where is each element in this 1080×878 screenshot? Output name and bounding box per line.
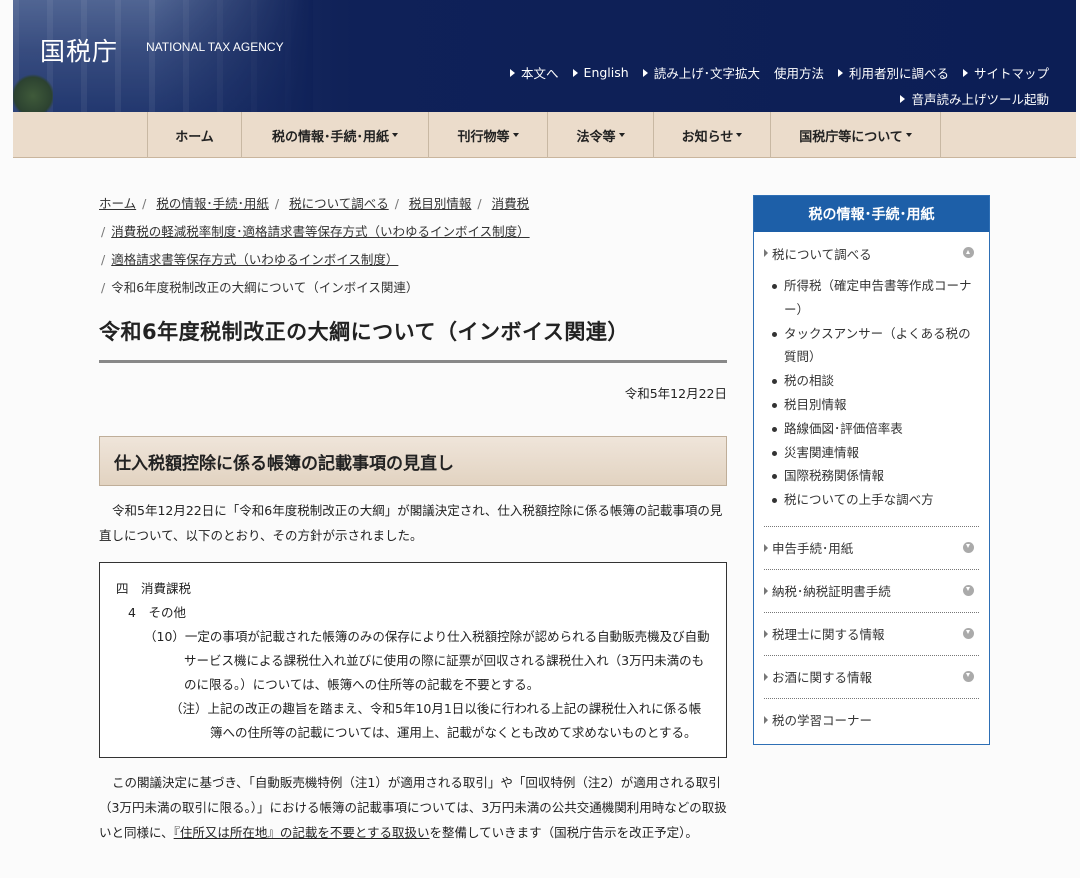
sidebar-section-title[interactable]: 税について調べる [764, 232, 979, 274]
outline-note: （注）上記の改正の趣旨を踏まえ、令和5年10月1日以後に行われる上記の課税仕入れ… [170, 701, 702, 740]
sidebar-item-by-tax[interactable]: 税目別情報 [772, 393, 979, 417]
sidebar-item-rosenka[interactable]: 路線価図･評価倍率表 [772, 417, 979, 441]
site-header: 国税庁 NATIONAL TAX AGENCY 本文へ English 読み上げ… [13, 0, 1076, 112]
triangle-right-icon [764, 715, 768, 724]
caret-down-icon [392, 133, 398, 137]
triangle-right-icon [642, 68, 648, 77]
gnav-tax-info[interactable]: 税の情報･手続･用紙 [241, 112, 428, 158]
sidebar-item-howto[interactable]: 税についての上手な調べ方 [772, 488, 979, 512]
utility-nav: 本文へ English 読み上げ･文字拡大 使用方法 利用者別に調べる サイトマ… [510, 63, 1049, 82]
sidebar-item-international[interactable]: 国際税務関係情報 [772, 464, 979, 488]
sidebar-section-liquor: お酒に関する情報 [764, 656, 979, 699]
sidebar-section-title[interactable]: 申告手続･用紙 [764, 527, 979, 569]
triangle-right-icon [764, 629, 768, 638]
sidebar-item-income-tax[interactable]: 所得税（確定申告書等作成コーナー） [772, 274, 979, 322]
gnav-home[interactable]: ホーム [147, 112, 241, 158]
triangle-right-icon [572, 68, 578, 77]
sidebar-item-tax-answer[interactable]: タックスアンサー（よくある税の質問） [772, 322, 979, 370]
underlined-phrase: 『住所又は所在地』の記載を不要とする取扱い [173, 825, 430, 840]
sidebar-section-title[interactable]: 税理士に関する情報 [764, 613, 979, 655]
breadcrumb-tax-info[interactable]: 税の情報･手続･用紙 [156, 196, 269, 211]
gnav-publications[interactable]: 刊行物等 [428, 112, 547, 158]
sidebar-section-title[interactable]: 税の学習コーナー [764, 699, 979, 741]
triangle-right-icon [962, 68, 968, 77]
util-link-english[interactable]: English [572, 65, 629, 80]
breadcrumb-invoice-system[interactable]: 消費税の軽減税率制度･適格請求書等保存方式（いわゆるインボイス制度） [111, 224, 529, 239]
site-logo-en: NATIONAL TAX AGENCY [146, 40, 284, 54]
util-link-sitemap[interactable]: サイトマップ [962, 63, 1049, 82]
triangle-right-icon [764, 586, 768, 595]
caret-down-icon [618, 133, 625, 137]
triangle-right-icon [837, 68, 843, 77]
util-link-usage[interactable]: 使用方法 [774, 63, 824, 82]
intro-paragraph: 令和5年12月22日に「令和6年度税制改正の大綱」が閣議決定され、仕入税額控除に… [99, 503, 723, 543]
breadcrumb-consumption-tax[interactable]: 消費税 [492, 196, 530, 211]
page-title: 令和6年度税制改正の大綱について（インボイス関連） [99, 316, 727, 363]
gnav-laws[interactable]: 法令等 [547, 112, 653, 158]
sidebar-list: 所得税（確定申告書等作成コーナー） タックスアンサー（よくある税の質問） 税の相… [764, 274, 979, 526]
global-nav: ホーム 税の情報･手続･用紙 刊行物等 法令等 お知らせ 国税庁等について [13, 112, 1076, 158]
gnav-about[interactable]: 国税庁等について [770, 112, 941, 158]
expand-down-icon[interactable] [963, 541, 974, 553]
gnav-news[interactable]: お知らせ [653, 112, 770, 158]
breadcrumb-by-tax[interactable]: 税目別情報 [409, 196, 472, 211]
breadcrumb-current: 令和6年度税制改正の大綱について（インボイス関連） [111, 280, 419, 295]
sidebar-section-research: 税について調べる 所得税（確定申告書等作成コーナー） タックスアンサー（よくある… [764, 232, 979, 527]
util-link-skip[interactable]: 本文へ [510, 63, 559, 82]
outline-level1: 四 消費課税 [116, 581, 192, 596]
sidebar-item-disaster[interactable]: 災害関連情報 [772, 441, 979, 465]
expand-down-icon[interactable] [963, 670, 974, 682]
sidebar-heading: 税の情報･手続･用紙 [754, 196, 989, 232]
publish-date: 令和5年12月22日 [624, 386, 727, 401]
sidebar-section-title[interactable]: 納税･納税証明書手続 [764, 570, 979, 612]
caret-down-icon [905, 133, 912, 137]
util-link-readaloud[interactable]: 読み上げ･文字拡大 [642, 63, 760, 82]
sidebar-section-tax-accountant: 税理士に関する情報 [764, 613, 979, 656]
caret-down-icon [736, 133, 743, 137]
main-content: ホーム / 税の情報･手続･用紙 / 税について調べる / 税目別情報 / 消費税 / 消… [99, 190, 727, 845]
util-link-by-user[interactable]: 利用者別に調べる [837, 63, 949, 82]
outline-item-10: （10）一定の事項が記載された帳簿のみの保存により仕入税額控除が認められる自動販… [144, 629, 710, 692]
sidebar-section-filing: 申告手続･用紙 [764, 527, 979, 570]
expand-down-icon[interactable] [963, 584, 974, 596]
triangle-right-icon [764, 672, 768, 681]
section-heading: 仕入税額控除に係る帳簿の記載事項の見直し [99, 436, 727, 486]
expand-down-icon[interactable] [963, 627, 974, 639]
breadcrumb: ホーム / 税の情報･手続･用紙 / 税について調べる / 税目別情報 / 消費税 / 消… [99, 196, 530, 295]
quoted-outline-box: 四 消費課税 4 その他 （10）一定の事項が記載された帳簿のみの保存により仕入… [99, 562, 727, 758]
sidebar-section-payment: 納税･納税証明書手続 [764, 570, 979, 613]
triangle-right-icon [900, 94, 906, 103]
sidebar-section-learning: 税の学習コーナー [764, 699, 979, 741]
collapse-up-icon[interactable] [963, 247, 974, 258]
sidebar: 税の情報･手続･用紙 税について調べる 所得税（確定申告書等作成コーナー） タッ… [753, 195, 990, 745]
caret-down-icon [512, 133, 519, 137]
triangle-right-icon [764, 543, 768, 552]
outline-level2: 4 その他 [128, 605, 186, 620]
followup-paragraph: この閣議決定に基づき、「自動販売機特例（注1）が適用される取引」や「回収特例（注… [99, 775, 727, 840]
header-tree-image [13, 72, 53, 112]
breadcrumb-research[interactable]: 税について調べる [289, 196, 389, 211]
triangle-right-icon [764, 249, 768, 257]
breadcrumb-invoice-method[interactable]: 適格請求書等保存方式（いわゆるインボイス制度） [111, 252, 398, 267]
sidebar-section-title[interactable]: お酒に関する情報 [764, 656, 979, 698]
breadcrumb-home[interactable]: ホーム [99, 196, 136, 211]
site-logo[interactable]: 国税庁 [40, 32, 118, 68]
sidebar-item-consultation[interactable]: 税の相談 [772, 369, 979, 393]
triangle-right-icon [510, 68, 516, 77]
util-link-voice-tool[interactable]: 音声読み上げツール起動 [900, 89, 1049, 108]
